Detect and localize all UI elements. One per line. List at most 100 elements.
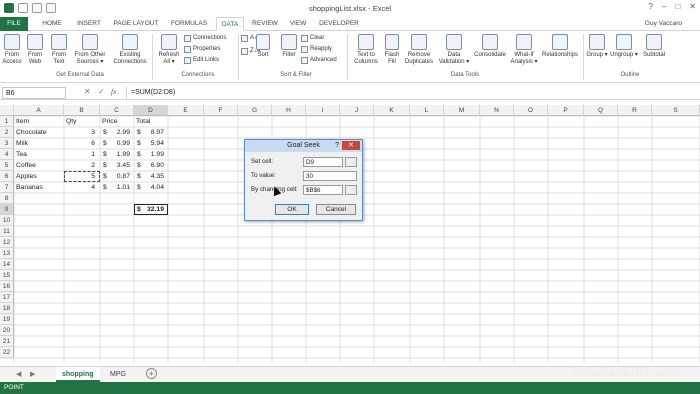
edit-links-button[interactable]: Edit Links	[184, 56, 219, 64]
dialog-help-button[interactable]: ?	[335, 140, 339, 152]
dialog-close-button[interactable]: ✕	[342, 141, 360, 150]
tab-developer[interactable]: DEVELOPER	[316, 17, 362, 31]
advanced-filter-button[interactable]: Advanced	[301, 56, 337, 64]
row-header-10[interactable]: 10	[0, 215, 14, 226]
qty-cell[interactable]: 1	[64, 149, 97, 160]
row-header-2[interactable]: 2	[0, 127, 14, 138]
user-name[interactable]: Guy Vaccaro	[645, 17, 682, 31]
ok-button[interactable]: OK	[275, 204, 309, 215]
cancel-entry-button[interactable]: ✕	[84, 87, 91, 96]
scroll-left-icon[interactable]: ◀	[16, 370, 21, 378]
name-box[interactable]: B6	[2, 87, 66, 99]
remove-duplicates-button[interactable]: Remove Duplicates	[402, 34, 436, 66]
collapse-dialog-icon[interactable]	[345, 157, 357, 167]
enter-button[interactable]: ✓	[98, 87, 105, 96]
sheet-tab-shopping[interactable]: shopping	[56, 367, 100, 382]
subtotal-button[interactable]: Subtotal	[640, 34, 668, 59]
row-header-9[interactable]: 9	[0, 204, 14, 215]
total-cell[interactable]: 4.04	[142, 182, 166, 193]
collapse-dialog-icon[interactable]	[345, 185, 357, 195]
data-validation-button[interactable]: Data Validation ▾	[438, 34, 470, 66]
column-header-k[interactable]: K	[374, 105, 410, 116]
properties-button[interactable]: Properties	[184, 45, 220, 53]
column-header-r[interactable]: R	[618, 105, 652, 116]
relationships-button[interactable]: Relationships	[540, 34, 580, 59]
qty-cell[interactable]: 2	[64, 160, 97, 171]
row-header-11[interactable]: 11	[0, 226, 14, 237]
price-cell[interactable]: 0.87	[108, 171, 132, 182]
column-header-o[interactable]: O	[514, 105, 548, 116]
row-header-12[interactable]: 12	[0, 237, 14, 248]
column-header-i[interactable]: I	[306, 105, 340, 116]
text-to-columns-button[interactable]: Text to Columns	[350, 34, 382, 66]
tab-review[interactable]: REVIEW	[248, 17, 282, 31]
item-cell[interactable]: Bananas	[14, 182, 64, 193]
tab-data[interactable]: DATA	[216, 17, 244, 31]
column-header-q[interactable]: Q	[584, 105, 618, 116]
column-header-n[interactable]: N	[480, 105, 514, 116]
row-header-4[interactable]: 4	[0, 149, 14, 160]
column-header-p[interactable]: P	[548, 105, 584, 116]
row-header-22[interactable]: 22	[0, 347, 14, 358]
select-all-corner[interactable]	[0, 105, 14, 116]
consolidate-button[interactable]: Consolidate	[472, 34, 508, 59]
maximize-button[interactable]: □	[675, 2, 680, 11]
row-header-6[interactable]: 6	[0, 171, 14, 182]
close-window-button[interactable]: ✕	[689, 2, 696, 11]
changing-cell-input[interactable]: $B$6	[303, 185, 343, 195]
tab-formulas[interactable]: FORMULAS	[166, 17, 212, 31]
from-text-button[interactable]: From Text	[48, 34, 70, 66]
help-button[interactable]: ?	[649, 2, 653, 11]
qty-cell[interactable]: 4	[64, 182, 97, 193]
row-header-19[interactable]: 19	[0, 314, 14, 325]
item-cell[interactable]: Milk	[14, 138, 64, 149]
column-header-l[interactable]: L	[410, 105, 444, 116]
row-header-8[interactable]: 8	[0, 193, 14, 204]
row-header-14[interactable]: 14	[0, 259, 14, 270]
tab-insert[interactable]: INSERT	[72, 17, 106, 31]
group-button[interactable]: Group ▾	[586, 34, 608, 59]
set-cell-input[interactable]: D9	[303, 157, 343, 167]
column-header-b[interactable]: B	[64, 105, 100, 116]
from-web-button[interactable]: From Web	[24, 34, 46, 66]
connections-button[interactable]: Connections	[184, 34, 226, 42]
price-cell[interactable]: 0.99	[108, 138, 132, 149]
tab-file[interactable]: FILE	[0, 17, 28, 31]
qty-cell[interactable]: 3	[64, 127, 97, 138]
column-header-f[interactable]: F	[204, 105, 238, 116]
row-header-13[interactable]: 13	[0, 248, 14, 259]
to-value-input[interactable]: 30	[303, 171, 357, 181]
total-cell[interactable]: 6.90	[142, 160, 166, 171]
item-cell[interactable]: Apples	[14, 171, 64, 182]
total-cell[interactable]: 4.35	[142, 171, 166, 182]
cell-d1[interactable]: Total	[134, 116, 168, 127]
column-header-s[interactable]: S	[652, 105, 700, 116]
formula-input[interactable]: =SUM(D2:D8)	[126, 86, 686, 100]
row-header-18[interactable]: 18	[0, 303, 14, 314]
cell-b1[interactable]: Qty	[64, 116, 100, 127]
cell-c1[interactable]: Price	[100, 116, 134, 127]
row-header-16[interactable]: 16	[0, 281, 14, 292]
selected-cell-b6[interactable]	[64, 171, 100, 182]
from-other-sources-button[interactable]: From Other Sources ▾	[72, 34, 108, 66]
qty-cell[interactable]: 6	[64, 138, 97, 149]
row-header-7[interactable]: 7	[0, 182, 14, 193]
tab-view[interactable]: VIEW	[286, 17, 310, 31]
ungroup-button[interactable]: Ungroup ▾	[610, 34, 638, 59]
sort-button[interactable]: Sort	[256, 34, 270, 59]
price-cell[interactable]: 3.45	[108, 160, 132, 171]
column-header-j[interactable]: J	[340, 105, 374, 116]
active-cell-d9[interactable]: $ 32.19	[134, 204, 168, 215]
reapply-button[interactable]: Reapply	[301, 45, 332, 53]
price-cell[interactable]: 1.01	[108, 182, 132, 193]
from-access-button[interactable]: From Access	[2, 34, 22, 66]
total-cell[interactable]: 1.99	[142, 149, 166, 160]
flash-fill-button[interactable]: Flash Fill	[384, 34, 400, 66]
item-cell[interactable]: Coffee	[14, 160, 64, 171]
row-header-5[interactable]: 5	[0, 160, 14, 171]
column-header-d[interactable]: D	[134, 105, 168, 116]
tab-page-layout[interactable]: PAGE LAYOUT	[110, 17, 162, 31]
row-header-20[interactable]: 20	[0, 325, 14, 336]
tab-home[interactable]: HOME	[36, 17, 68, 31]
clear-filter-button[interactable]: Clear	[301, 34, 324, 42]
